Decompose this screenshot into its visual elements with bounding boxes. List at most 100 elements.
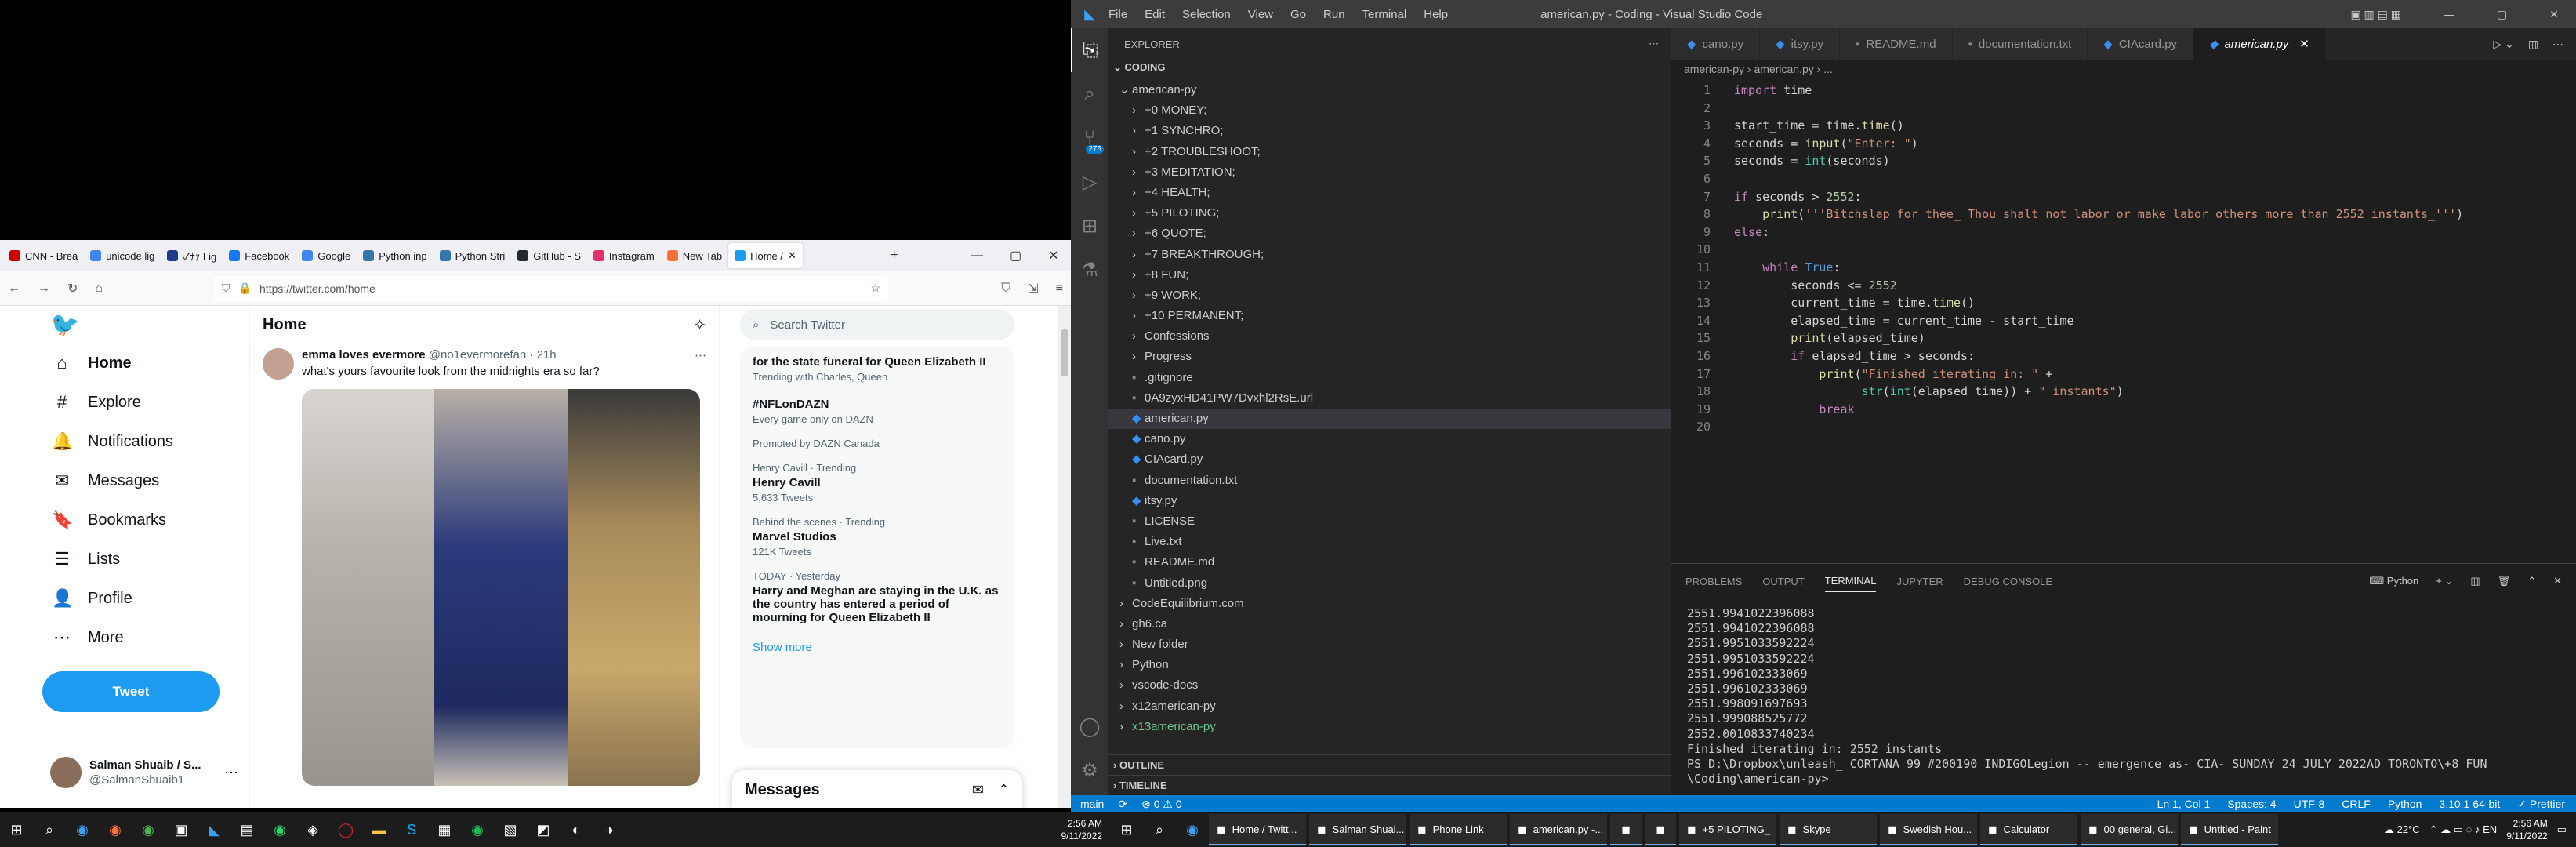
tree-item[interactable]: › Python — [1108, 655, 1671, 675]
tweet-media[interactable] — [302, 389, 700, 786]
breadcrumb[interactable]: american-py › american.py › ... — [1671, 60, 2576, 78]
maximize-icon[interactable]: ▢ — [1010, 248, 1021, 264]
tree-item[interactable]: ◆ CIAcard.py — [1108, 449, 1671, 470]
menu-help[interactable]: Help — [1424, 8, 1448, 21]
testing-icon[interactable]: ⚗ — [1071, 248, 1108, 292]
taskbar-app[interactable]: ◼ Home / Twitt... — [1209, 814, 1306, 845]
terminal-output[interactable]: 2551.9941022396088 2551.9941022396088 2551… — [1671, 606, 2576, 787]
tray-icons[interactable]: ⌃ ☁ ▭ ◌ ♪ EN — [2429, 823, 2498, 836]
nav-item-bookmarks[interactable]: 🔖 Bookmarks — [38, 500, 234, 540]
tree-item[interactable]: › gh6.ca — [1108, 614, 1671, 634]
browser-tab[interactable]: New Tab — [661, 243, 728, 268]
editor-tab[interactable]: ▪ documentation.txt — [1952, 28, 2088, 60]
search-icon[interactable]: ⌕ — [1071, 72, 1108, 116]
menu-go[interactable]: Go — [1290, 8, 1306, 21]
skype-icon[interactable]: S — [395, 812, 428, 847]
outline-section[interactable]: › OUTLINE — [1108, 754, 1671, 775]
nav-item-profile[interactable]: 👤 Profile — [38, 579, 234, 618]
more-icon[interactable]: ⋯ — [695, 348, 706, 362]
explorer-icon[interactable]: ⎘ — [1071, 28, 1108, 72]
back-icon[interactable]: ← — [8, 282, 20, 296]
split-terminal-icon[interactable]: ▥ — [2470, 575, 2480, 587]
app-icon[interactable]: ◑ — [593, 812, 626, 847]
tree-item[interactable]: ▪ 0A9zyxHD41PW7Dvxhl2RsE.url — [1108, 388, 1671, 409]
status-item[interactable]: ⟳ — [1118, 798, 1127, 811]
tree-item[interactable]: › vscode-docs — [1108, 675, 1671, 696]
store-icon[interactable]: ▣ — [165, 812, 198, 847]
edge-icon[interactable]: ◉ — [1176, 812, 1209, 847]
whatsapp-icon[interactable]: ◉ — [263, 812, 296, 847]
tweet-button[interactable]: Tweet — [42, 671, 220, 712]
status-item[interactable]: ⊗ 0 ⚠ 0 — [1141, 798, 1182, 811]
folder-icon[interactable]: ▬ — [362, 812, 395, 847]
taskbar-app[interactable]: ◼ — [1645, 814, 1676, 845]
browser-tab[interactable]: Python inp — [357, 243, 433, 268]
forward-icon[interactable]: → — [38, 282, 50, 296]
tree-item[interactable]: › +5 PILOTING; — [1108, 203, 1671, 224]
add-terminal-icon[interactable]: + ⌄ — [2436, 575, 2453, 587]
trend-item[interactable]: for the state funeral for Queen Elizabet… — [740, 347, 1014, 389]
editor-tab[interactable]: ◆ american.py ✕ — [2193, 28, 2326, 60]
browser-tab[interactable]: GitHub - S — [511, 243, 587, 268]
nav-item-messages[interactable]: ✉ Messages — [38, 461, 234, 500]
browser-tab[interactable]: unicode lig — [84, 243, 161, 268]
taskbar-app[interactable]: ◼ Salman Shuai... — [1309, 814, 1406, 845]
close-window-icon[interactable]: ✕ — [1048, 248, 1058, 264]
account-icon[interactable]: ◯ — [1071, 704, 1108, 748]
tree-item[interactable]: › Progress — [1108, 347, 1671, 367]
twitter-bird-icon[interactable]: 🐦 — [38, 306, 234, 344]
weather-icon[interactable]: ☁ 22°C — [2384, 823, 2420, 836]
tree-item[interactable]: ◆ american.py — [1108, 409, 1671, 430]
panel-tab-terminal[interactable]: TERMINAL — [1824, 575, 1877, 592]
notifications-icon[interactable]: ▭ — [2557, 823, 2567, 836]
taskbar-app[interactable]: ◼ Swedish Hou... — [1880, 814, 1977, 845]
avatar[interactable] — [263, 348, 294, 380]
tree-item[interactable]: ⌄ american-py — [1108, 80, 1671, 100]
chevron-up-icon[interactable]: ⌃ — [998, 782, 1010, 798]
workspace-header[interactable]: ⌄ CODING — [1108, 60, 1671, 75]
browser-tab[interactable]: Google — [296, 243, 357, 268]
trend-item[interactable]: #NFLonDAZN Every game only on DAZN — [740, 389, 1014, 431]
tweet[interactable]: emma loves evermore @no1evermorefan · 21… — [250, 344, 719, 791]
close-window-icon[interactable]: ✕ — [2549, 8, 2559, 21]
tree-item[interactable]: › Confessions — [1108, 326, 1671, 347]
url-bar[interactable]: ⛉ 🔒 https://twitter.com/home ☆ — [214, 275, 889, 301]
trend-item[interactable]: Henry Cavill · Trending Henry Cavill 5,633… — [740, 456, 1014, 510]
menu-terminal[interactable]: Terminal — [1362, 8, 1407, 21]
panel-tab-jupyter[interactable]: JUPYTER — [1896, 576, 1943, 587]
trend-item[interactable]: Promoted by DAZN Canada — [740, 431, 1014, 456]
app-icon[interactable]: ◐ — [560, 812, 593, 847]
new-message-icon[interactable]: ✉ — [972, 782, 984, 798]
run-debug-icon[interactable]: ▷ — [1071, 160, 1108, 204]
home-icon[interactable]: ⌂ — [95, 282, 103, 296]
run-icon[interactable]: ▷ ⌄ — [2493, 38, 2513, 51]
tree-item[interactable]: ▪ LICENSE — [1108, 511, 1671, 532]
browser-tab[interactable]: Python Stri — [434, 243, 512, 268]
tree-item[interactable]: ◆ itsy.py — [1108, 491, 1671, 511]
trend-item[interactable]: TODAY · Yesterday Harry and Meghan are st… — [740, 564, 1014, 633]
taskbar-app[interactable]: ◼ — [1610, 814, 1642, 845]
taskbar-app[interactable]: ◼ +5 PILOTING_ — [1679, 814, 1776, 845]
panel-tab-output[interactable]: OUTPUT — [1762, 576, 1804, 587]
tree-item[interactable]: ◆ cano.py — [1108, 429, 1671, 449]
nav-item-more[interactable]: ⋯ More — [38, 618, 234, 657]
trend-item[interactable]: Behind the scenes · Trending Marvel Studi… — [740, 510, 1014, 564]
editor-tab[interactable]: ◆ CIAcard.py — [2088, 28, 2194, 60]
maximize-icon[interactable]: ▢ — [2497, 8, 2507, 21]
menu-view[interactable]: View — [1248, 8, 1273, 21]
menu-selection[interactable]: Selection — [1182, 8, 1231, 21]
tree-item[interactable]: › New folder — [1108, 634, 1671, 655]
taskbar-app[interactable]: ◼ Calculator — [1980, 814, 2077, 845]
trash-icon[interactable]: 🗑 — [2498, 575, 2511, 587]
tree-item[interactable]: › x13american-py — [1108, 717, 1671, 737]
spotify-icon[interactable]: ◉ — [461, 812, 494, 847]
nav-item-home[interactable]: ⌂ Home — [38, 344, 234, 383]
chrome-icon[interactable]: ◉ — [132, 812, 165, 847]
tree-item[interactable]: › +6 QUOTE; — [1108, 224, 1671, 244]
split-editor-icon[interactable]: ▥ — [2528, 38, 2538, 51]
extensions-icon[interactable]: ⇲ — [1028, 281, 1038, 296]
tree-item[interactable]: › +8 FUN; — [1108, 265, 1671, 285]
browser-tab[interactable]: Instagram — [587, 243, 661, 268]
editor-tab[interactable]: ◆ cano.py — [1671, 28, 1761, 60]
file-icon[interactable]: ▤ — [230, 812, 263, 847]
